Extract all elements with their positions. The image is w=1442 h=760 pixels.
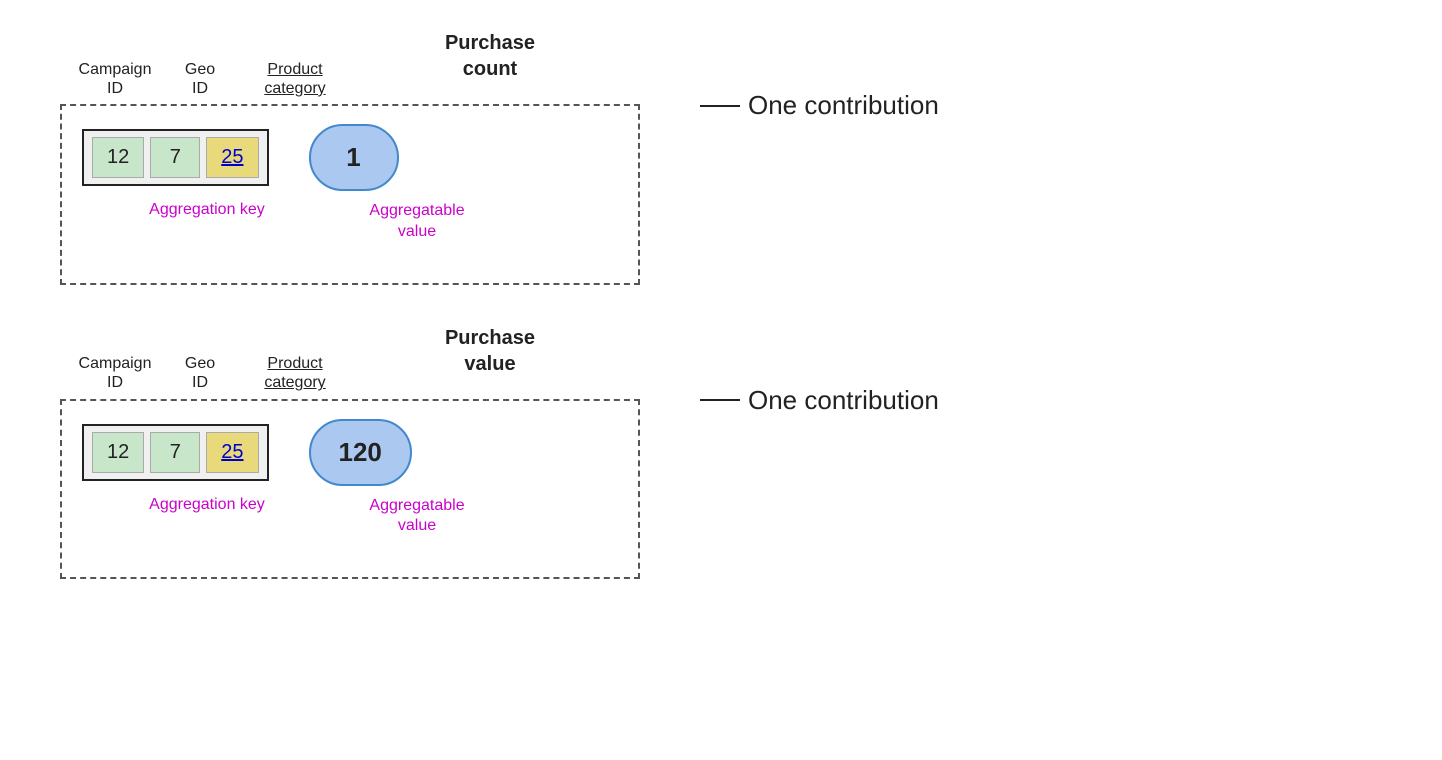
aggregation-key-label-1: Aggregation key	[149, 201, 265, 218]
dashed-box-2: 12 7 25 120 Aggregation key Aggreg	[60, 399, 640, 580]
contribution-label-2: One contribution	[740, 385, 939, 416]
purchase-count-header: Purchasecount	[445, 30, 535, 82]
product-value-2: 25	[206, 432, 258, 473]
geo-value-2: 7	[150, 432, 200, 473]
campaign-value-2: 12	[92, 432, 144, 473]
geo-value-1: 7	[150, 137, 200, 178]
column-headers-1: CampaignID GeoID Productcategory Purchas…	[60, 30, 570, 98]
aggregation-key-label-2: Aggregation key	[149, 496, 265, 513]
campaign-id-header-2: CampaignID	[70, 354, 160, 392]
right-label-section-1: One contribution	[700, 90, 939, 121]
geo-id-header-2: GeoID	[160, 354, 240, 392]
column-headers-2: CampaignID GeoID Productcategory Purchas…	[60, 325, 570, 393]
aggregatable-value-1: 1	[309, 124, 399, 191]
key-box-2: 12 7 25	[82, 424, 269, 481]
contribution-block-1: CampaignID GeoID Productcategory Purchas…	[60, 30, 939, 285]
main-container: CampaignID GeoID Productcategory Purchas…	[0, 0, 1442, 609]
product-category-header-1: Productcategory	[240, 60, 350, 98]
contribution-block-2: CampaignID GeoID Productcategory Purchas…	[60, 325, 939, 580]
left-section-2: CampaignID GeoID Productcategory Purchas…	[60, 325, 640, 580]
dashed-inner-2: 12 7 25 120	[82, 419, 618, 486]
aggregatable-value-2: 120	[309, 419, 412, 486]
aggregatable-value-label-2: Aggregatablevalue	[369, 497, 464, 535]
product-value-1: 25	[206, 137, 258, 178]
connector-line-1	[700, 105, 740, 107]
connector-line-2	[700, 399, 740, 401]
campaign-value-1: 12	[92, 137, 144, 178]
geo-id-header-1: GeoID	[160, 60, 240, 98]
purchase-value-header: Purchasevalue	[445, 325, 535, 377]
dashed-inner-1: 12 7 25 1	[82, 124, 618, 191]
campaign-id-header-1: CampaignID	[70, 60, 160, 98]
contribution-label-1: One contribution	[740, 90, 939, 121]
dashed-box-1: 12 7 25 1 Aggregation key Aggregat	[60, 104, 640, 285]
left-section-1: CampaignID GeoID Productcategory Purchas…	[60, 30, 640, 285]
key-box-1: 12 7 25	[82, 129, 269, 186]
right-label-section-2: One contribution	[700, 385, 939, 416]
aggregatable-value-label-1: Aggregatablevalue	[369, 202, 464, 240]
product-category-header-2: Productcategory	[240, 354, 350, 392]
